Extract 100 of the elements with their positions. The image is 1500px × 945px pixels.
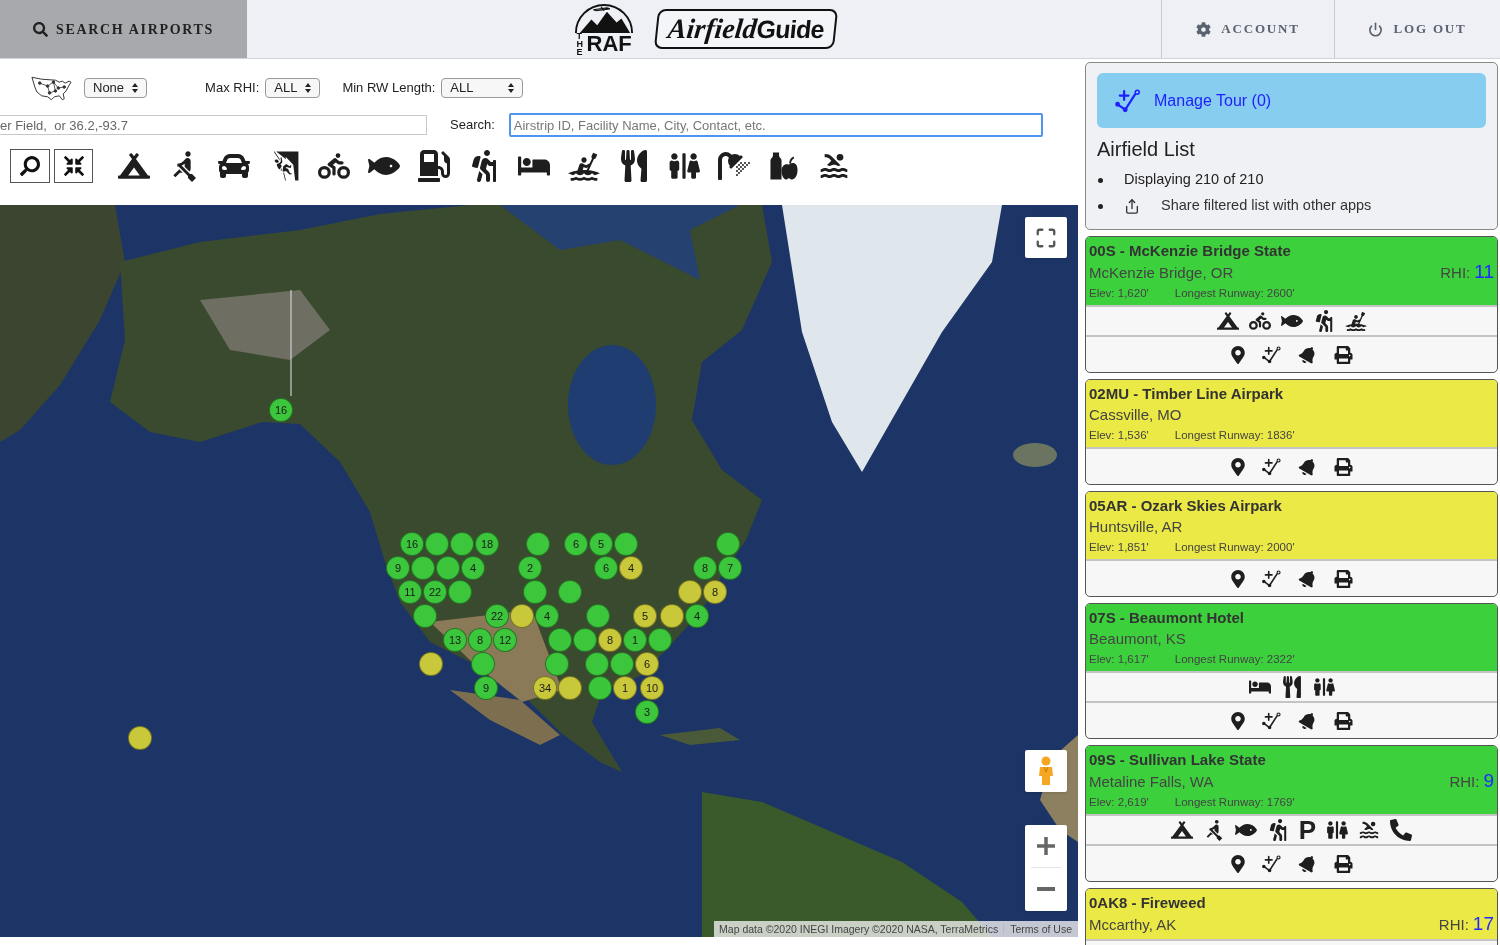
updown-caret-icon [305, 83, 312, 93]
route-plus-icon[interactable] [1261, 854, 1282, 873]
log-out-button[interactable]: LOG OUT [1334, 0, 1500, 58]
tent-icon[interactable] [118, 150, 150, 182]
min-runway-select[interactable]: ALL [441, 78, 524, 98]
compress-arrows-icon [63, 156, 84, 176]
logo-small-text: THE [576, 31, 584, 56]
printer-icon[interactable] [1333, 854, 1353, 873]
elevation-text: Elev: 2,619' [1089, 795, 1149, 810]
bullet-icon [1098, 203, 1103, 209]
swimmer-icon [1358, 819, 1381, 841]
route-plus-icon[interactable] [1261, 711, 1282, 730]
map-attribution: Map data ©2020 INEGI Imagery ©2020 NASA, TerraMetrics [718, 923, 1000, 935]
search-icon [32, 21, 48, 37]
logo-wordmark: AirfieldGuide [654, 9, 838, 49]
map-pin-icon[interactable] [1230, 854, 1245, 873]
map-pin-icon[interactable] [1230, 345, 1245, 364]
airfield-title: 05AR - Ozark Skies Airpark [1089, 496, 1283, 516]
airfield-location: Metaline Falls, WA [1089, 772, 1214, 792]
cyclist-icon[interactable] [318, 150, 350, 182]
map-pin-icon[interactable] [1230, 711, 1245, 730]
airfield-card[interactable]: 02MU - Timber Line Airpark Cassville, MO Elev: 1,536' Longest Runway: 1836' [1085, 379, 1498, 485]
search-field[interactable]: Airstrip ID, Facility Name, City, Contact, etc. [508, 113, 1043, 137]
rhi-value: 11 [1474, 261, 1494, 283]
tent-icon [1170, 819, 1193, 841]
airfield-card[interactable]: 00S - McKenzie Bridge State McKenzie Bridge, OR RHI: 11 Elev: 1,620' Longest Runway: 2600' [1085, 236, 1498, 373]
runway-length-text: Longest Runway: 2322' [1174, 652, 1295, 667]
zoom-in-icon [1037, 837, 1055, 855]
cyclist-icon [1248, 310, 1271, 332]
airfield-list-title: Airfield List [1097, 137, 1196, 161]
airfield-location: McKenzie Bridge, OR [1089, 263, 1234, 283]
manage-tour-button[interactable]: Manage Tour (0) [1097, 73, 1486, 128]
route-plus-icon[interactable] [1261, 457, 1282, 476]
printer-icon[interactable] [1333, 345, 1353, 364]
runway-length-text: Longest Runway: 2000' [1174, 540, 1295, 555]
fullscreen-icon [1035, 226, 1057, 249]
search-label: Search: [450, 116, 495, 135]
printer-icon[interactable] [1333, 569, 1353, 588]
us-map-icon[interactable] [30, 74, 73, 102]
route-plus-icon [1115, 88, 1142, 113]
rhi-value: 17 [1472, 913, 1494, 935]
airfield-card[interactable]: 05AR - Ozark Skies Airpark Huntsville, AR Elev: 1,851' Longest Runway: 2000' [1085, 491, 1498, 597]
pegman-icon [1038, 756, 1054, 786]
runway-length-text: Longest Runway: 1836' [1174, 428, 1295, 443]
rhi-label: RHI: [1449, 772, 1480, 792]
runway-length-text: Longest Runway: 2600' [1174, 286, 1295, 301]
restroom-icon[interactable] [668, 150, 700, 182]
max-rhi-select[interactable]: ALL [265, 78, 321, 98]
collapse-button[interactable] [54, 149, 93, 183]
min-runway-label: Min RW Length: [342, 79, 436, 98]
airfield-card[interactable]: 07S - Beaumont Hotel Beaumont, KS Elev: 1,617' Longest Runway: 2322' [1085, 603, 1498, 739]
rhi-value: 9 [1483, 770, 1494, 792]
updown-caret-icon [508, 83, 515, 93]
restroom-icon [1312, 676, 1335, 698]
airfield-card[interactable]: 0AK8 - Fireweed Mccarthy, AK RHI: 17 [1085, 888, 1498, 945]
zoom-out-icon [1037, 887, 1055, 891]
list-count-text: Displaying 210 of 210 [1124, 170, 1264, 190]
elevation-text: Elev: 1,851' [1089, 540, 1149, 555]
bullet-icon [1098, 177, 1103, 183]
shower-icon[interactable] [718, 150, 750, 182]
airfield-title: 0AK8 - Fireweed [1089, 893, 1207, 913]
tent-icon [1216, 310, 1239, 332]
printer-icon[interactable] [1333, 711, 1353, 730]
max-rhi-label: Max RHI: [205, 79, 260, 98]
share-link[interactable]: Share filtered list with other apps [1161, 195, 1372, 217]
kayak-icon[interactable] [568, 150, 600, 182]
airfield-title: 07S - Beaumont Hotel [1089, 608, 1246, 628]
phone-icon [1390, 819, 1413, 841]
location-field[interactable]: er Field, or 36.2,-93.7 [0, 115, 427, 135]
terms-link[interactable]: Terms of Use [1003, 923, 1078, 935]
search-icon [20, 156, 40, 176]
settings-icon [1196, 21, 1212, 37]
printer-icon[interactable] [1333, 457, 1353, 476]
fuel-pump-icon[interactable] [418, 150, 450, 182]
region-select[interactable]: None [84, 78, 148, 98]
logo-mark-text: RAF [586, 32, 632, 55]
route-plus-icon[interactable] [1261, 345, 1282, 364]
fullscreen-button[interactable] [1025, 217, 1067, 258]
kayak-icon [1344, 310, 1367, 332]
airfield-title: 09S - Sullivan Lake State [1089, 750, 1267, 770]
reset-search-button[interactable] [10, 149, 50, 183]
power-icon [1368, 21, 1384, 37]
fork-knife-icon [1280, 676, 1303, 698]
map-pin-icon[interactable] [1230, 569, 1245, 588]
airfield-location: Beaumont, KS [1089, 629, 1186, 649]
updown-caret-icon [132, 83, 139, 93]
airfield-card[interactable]: 09S - Sullivan Lake State Metaline Falls, WA RHI: 9 Elev: 2,619' Longest Runway: 1769' P [1085, 745, 1498, 882]
airfield-location: Mccarthy, AK [1089, 915, 1177, 935]
search-airports-button[interactable]: SEARCH AIRPORTS [0, 0, 247, 58]
account-button[interactable]: ACCOUNT [1161, 0, 1334, 58]
route-plus-icon[interactable] [1261, 569, 1282, 588]
fork-knife-icon[interactable] [618, 150, 650, 182]
airfield-location: Cassville, MO [1089, 405, 1182, 425]
runway-length-text: Longest Runway: 1769' [1174, 795, 1295, 810]
bottle-apple-icon[interactable] [768, 150, 800, 182]
share-icon[interactable] [1124, 197, 1140, 215]
elevation-text: Elev: 1,620' [1089, 286, 1149, 301]
restroom-icon [1326, 819, 1349, 841]
map-pin-icon[interactable] [1230, 457, 1245, 476]
elevation-text: Elev: 1,617' [1089, 652, 1149, 667]
